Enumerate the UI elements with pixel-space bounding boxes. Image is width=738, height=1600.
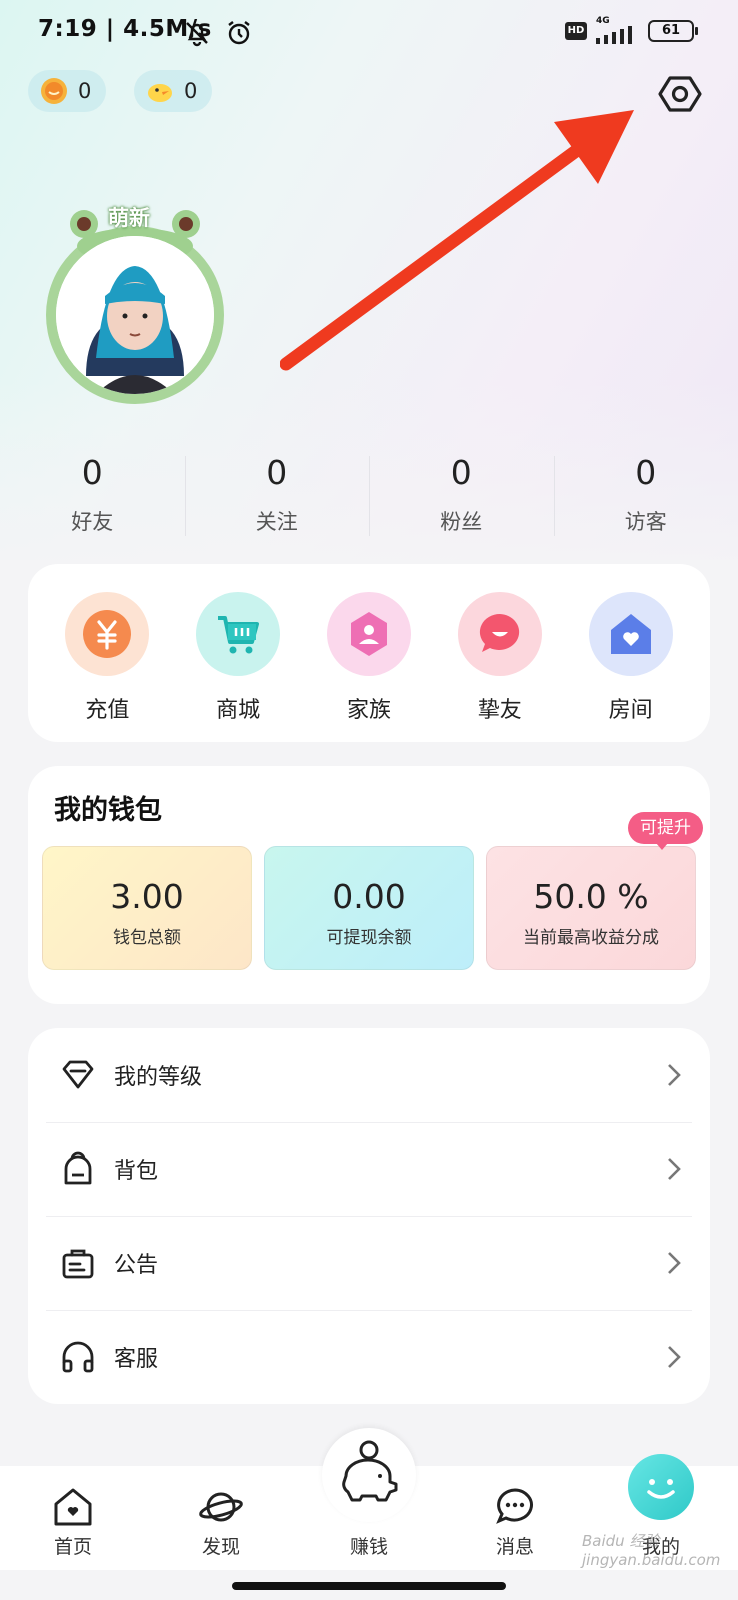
home-indicator[interactable] — [232, 1582, 506, 1590]
home-heart-icon — [588, 592, 673, 676]
action-label: 房间 — [608, 698, 653, 723]
stat-value: 0 — [635, 453, 657, 492]
stat-label: 好友 — [71, 510, 114, 534]
stat-label: 访客 — [624, 510, 667, 534]
stat-value: 0 — [81, 453, 103, 492]
home-icon — [54, 1488, 92, 1526]
wallet-label: 当前最高收益分成 — [523, 928, 659, 948]
stat-visitors[interactable]: 0 访客 — [553, 450, 738, 550]
me-bubble[interactable] — [628, 1454, 694, 1520]
nav-label: 赚钱 — [349, 1536, 388, 1558]
headset-icon — [62, 1341, 94, 1373]
chevron-right-icon — [668, 1158, 681, 1180]
wallet-revenue-share[interactable]: 50.0 % 当前最高收益分成 — [486, 846, 696, 970]
menu-item-backpack[interactable]: 背包 — [28, 1122, 710, 1216]
action-label: 家族 — [346, 698, 391, 723]
gold-coin-icon — [41, 78, 67, 104]
diamond-icon — [62, 1060, 94, 1089]
chevron-right-icon — [668, 1252, 681, 1274]
status-bar: 7:19 | 4.5M/s HD 4G 61 — [0, 0, 738, 64]
menu-item-level[interactable]: 我的等级 — [28, 1028, 710, 1122]
nav-label: 发现 — [201, 1536, 240, 1558]
stat-value: 0 — [266, 453, 288, 492]
stat-label: 粉丝 — [440, 510, 483, 534]
yen-icon — [65, 592, 150, 676]
menu-label: 背包 — [114, 1159, 159, 1184]
gold-coin-amount: 0 — [78, 79, 92, 103]
backpack-icon — [64, 1151, 92, 1185]
alarm-icon — [228, 21, 250, 45]
promote-badge[interactable]: 可提升 — [628, 812, 703, 850]
watermark: Baidu 经验 jingyan.baidu.com — [582, 1532, 721, 1569]
quick-actions-card: 充值 商城 家族 挚友 房间 — [28, 564, 710, 742]
wallet-value: 50.0 % — [533, 877, 649, 916]
wallet-card: 我的钱包 3.00 钱包总额 0.00 可提现余额 50.0 % 当前最高收益分… — [28, 766, 710, 1004]
message-icon — [496, 1488, 533, 1524]
menu-card: 我的等级 背包 公告 客服 — [28, 1028, 710, 1404]
signal-icon — [596, 26, 632, 44]
stat-fans[interactable]: 0 粉丝 — [369, 450, 554, 550]
avatar-image — [56, 236, 214, 394]
wallet-label: 钱包总额 — [113, 928, 181, 948]
gold-coin-balance[interactable]: 0 — [28, 70, 106, 112]
notice-icon — [62, 1249, 94, 1279]
menu-label: 公告 — [114, 1253, 159, 1278]
stat-label: 关注 — [255, 510, 298, 534]
chevron-right-icon — [668, 1064, 681, 1086]
planet-icon — [199, 1492, 243, 1522]
piggy-bank-icon — [342, 1440, 398, 1502]
wallet-value: 0.00 — [332, 877, 406, 916]
menu-label: 我的等级 — [114, 1065, 203, 1090]
nav-messages[interactable]: 消息 — [460, 1466, 570, 1570]
action-label: 挚友 — [477, 698, 522, 723]
hd-badge: HD — [565, 22, 587, 40]
profile-avatar[interactable]: 萌新 — [46, 206, 224, 404]
action-bestie[interactable]: 挚友 — [440, 592, 560, 742]
smiley-icon — [647, 1479, 675, 1499]
chevron-right-icon — [668, 1346, 681, 1368]
settings-gear-icon[interactable] — [656, 70, 704, 118]
social-stats: 0 好友 0 关注 0 粉丝 0 访客 — [0, 450, 738, 550]
wallet-label: 可提现余额 — [326, 928, 412, 948]
duck-coin-amount: 0 — [184, 79, 198, 103]
wallet-total[interactable]: 3.00 钱包总额 — [42, 846, 252, 970]
earn-bubble[interactable] — [322, 1428, 416, 1522]
family-icon — [326, 592, 411, 676]
wallet-withdrawable[interactable]: 0.00 可提现余额 — [264, 846, 474, 970]
nav-discover[interactable]: 发现 — [166, 1466, 276, 1570]
cart-icon — [196, 592, 281, 676]
wallet-value: 3.00 — [110, 877, 184, 916]
action-recharge[interactable]: 充值 — [47, 592, 167, 742]
mute-bell-icon — [186, 22, 208, 47]
action-family[interactable]: 家族 — [309, 592, 429, 742]
annotation-arrow-icon — [280, 110, 634, 371]
action-mall[interactable]: 商城 — [178, 592, 298, 742]
menu-item-support[interactable]: 客服 — [28, 1310, 710, 1404]
nav-home[interactable]: 首页 — [18, 1466, 128, 1570]
stat-value: 0 — [450, 453, 472, 492]
duck-coin-icon — [148, 84, 172, 102]
menu-label: 客服 — [114, 1347, 159, 1372]
nav-label: 消息 — [495, 1536, 534, 1558]
action-label: 充值 — [85, 698, 130, 723]
action-label: 商城 — [216, 698, 261, 723]
chat-heart-icon — [457, 592, 542, 676]
stat-friends[interactable]: 0 好友 — [0, 450, 185, 550]
stat-following[interactable]: 0 关注 — [184, 450, 370, 550]
avatar-tag: 萌新 — [108, 206, 150, 230]
network-label: 4G — [596, 16, 610, 26]
nav-label: 首页 — [53, 1536, 92, 1558]
battery-indicator: 61 — [648, 20, 698, 42]
duck-coin-balance[interactable]: 0 — [134, 70, 212, 112]
action-room[interactable]: 房间 — [571, 592, 691, 742]
menu-item-notice[interactable]: 公告 — [28, 1216, 710, 1310]
wallet-title: 我的钱包 — [54, 795, 162, 826]
